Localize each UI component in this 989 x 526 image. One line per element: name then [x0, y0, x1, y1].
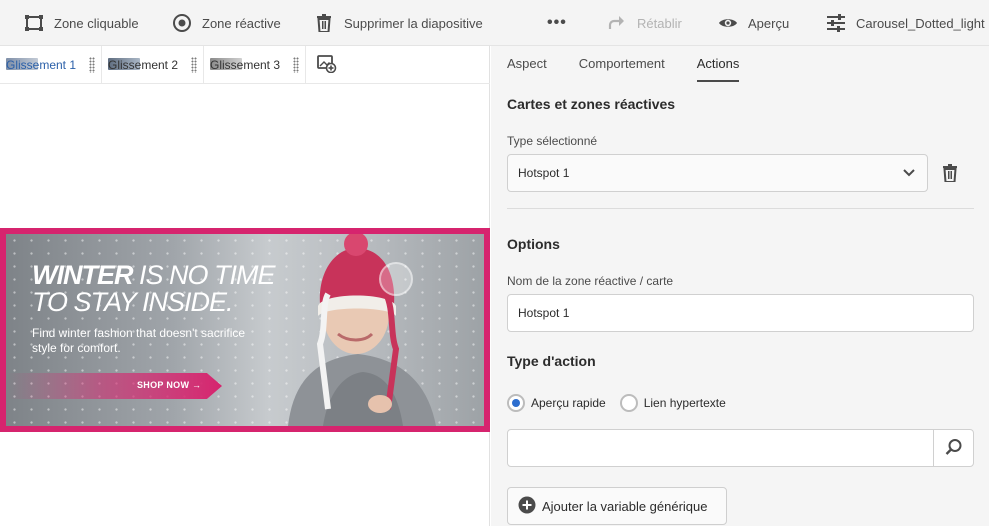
slide-canvas: Glissement 1 Glissement 2 Glissement 3 W… — [0, 46, 490, 526]
drag-handle-icon[interactable] — [293, 57, 299, 73]
action-type-title: Type d'action — [507, 353, 596, 369]
add-circle-icon — [518, 496, 536, 517]
hyperlink-label: Lien hypertexte — [643, 396, 726, 410]
clickable-zone-button[interactable]: Zone cliquable — [24, 0, 139, 46]
headline-rest: IS NO TIME — [132, 260, 276, 290]
slide-tab-2[interactable]: Glissement 2 — [102, 46, 204, 84]
headline-bold: WINTER — [32, 260, 133, 290]
maps-section-title: Cartes et zones réactives — [507, 96, 676, 112]
more-label: ••• — [547, 14, 567, 31]
redo-icon — [607, 13, 627, 33]
search-icon — [945, 438, 963, 459]
tab-aspect[interactable]: Aspect — [507, 46, 547, 82]
panel-tabs: Aspect Comportement Actions — [507, 46, 771, 82]
quickview-radio[interactable] — [507, 394, 525, 412]
drag-handle-icon[interactable] — [191, 57, 197, 73]
hotspot-marker[interactable] — [379, 262, 413, 296]
more-options-button[interactable]: ••• — [547, 0, 567, 46]
selected-type-value: Hotspot 1 — [518, 166, 570, 180]
add-generic-variable-button[interactable]: Ajouter la variable générique — [507, 487, 727, 525]
hotspot-name-input[interactable]: Hotspot 1 — [507, 294, 974, 332]
toolbar: Zone cliquable Zone réactive Supprimer l… — [0, 0, 989, 46]
quickview-search-field[interactable] — [507, 429, 974, 467]
preview-button[interactable]: Aperçu — [718, 0, 789, 46]
hotspot-name-value: Hotspot 1 — [518, 306, 570, 320]
tab-behavior[interactable]: Comportement — [579, 46, 665, 82]
properties-panel: Aspect Comportement Actions Cartes et zo… — [491, 46, 989, 526]
redo-button[interactable]: Rétablir — [607, 0, 682, 46]
woman-in-winter-hat-image — [288, 234, 436, 426]
shop-now-label: SHOP NOW → — [137, 380, 202, 390]
slide-tab-label: Glissement 3 — [210, 58, 281, 72]
hotspot-zone-label: Zone réactive — [202, 15, 281, 31]
preview-label: Aperçu — [748, 15, 790, 31]
quickview-label: Aperçu rapide — [531, 396, 606, 410]
hyperlink-radio[interactable] — [619, 394, 638, 412]
banner-image: WINTER IS NO TIME TO STAY INSIDE. Find w… — [0, 228, 490, 432]
slide-tab-label: Glissement 2 — [108, 58, 179, 72]
delete-hotspot-button[interactable] — [942, 164, 958, 185]
preset-name: Carousel_Dotted_light — [856, 15, 985, 31]
search-button[interactable] — [933, 430, 973, 466]
section-divider — [507, 208, 974, 209]
hotspot-zone-button[interactable]: Zone réactive — [172, 0, 281, 46]
slide-tab-label: Glissement 1 — [6, 58, 77, 72]
image-map-icon — [24, 13, 44, 33]
trash-icon — [942, 164, 958, 185]
name-field-label: Nom de la zone réactive / carte — [507, 274, 674, 288]
banner-subtext: Find winter fashion that doesn't sacrifi… — [32, 326, 246, 355]
redo-label: Rétablir — [637, 15, 682, 31]
slide-tabs: Glissement 1 Glissement 2 Glissement 3 — [0, 46, 490, 84]
sliders-icon — [826, 13, 846, 33]
delete-slide-label: Supprimer la diapositive — [344, 15, 483, 31]
headline-line2: TO STAY INSIDE. — [32, 287, 234, 317]
clickable-zone-label: Zone cliquable — [54, 15, 139, 31]
add-slide-icon — [317, 54, 337, 76]
delete-slide-button[interactable]: Supprimer la diapositive — [314, 0, 483, 46]
target-icon — [172, 13, 192, 33]
eye-icon — [718, 13, 738, 33]
drag-handle-icon[interactable] — [89, 57, 95, 73]
trash-icon — [314, 13, 334, 33]
selected-type-label: Type sélectionné — [507, 134, 598, 148]
options-section-title: Options — [507, 236, 560, 252]
selected-type-dropdown[interactable]: Hotspot 1 — [507, 154, 928, 192]
slide-tab-3[interactable]: Glissement 3 — [204, 46, 306, 84]
chevron-down-icon — [903, 167, 915, 181]
banner-headline: WINTER IS NO TIME TO STAY INSIDE. — [32, 260, 276, 317]
preset-settings-button[interactable]: Carousel_Dotted_light — [826, 0, 985, 46]
add-variable-label: Ajouter la variable générique — [542, 498, 708, 514]
slide-tab-1[interactable]: Glissement 1 — [0, 46, 102, 84]
add-slide-button[interactable] — [306, 46, 348, 84]
tab-actions[interactable]: Actions — [696, 46, 740, 82]
shop-now-button[interactable]: SHOP NOW → — [6, 373, 222, 399]
action-type-radio-group: Aperçu rapide Lien hypertexte — [507, 394, 726, 412]
